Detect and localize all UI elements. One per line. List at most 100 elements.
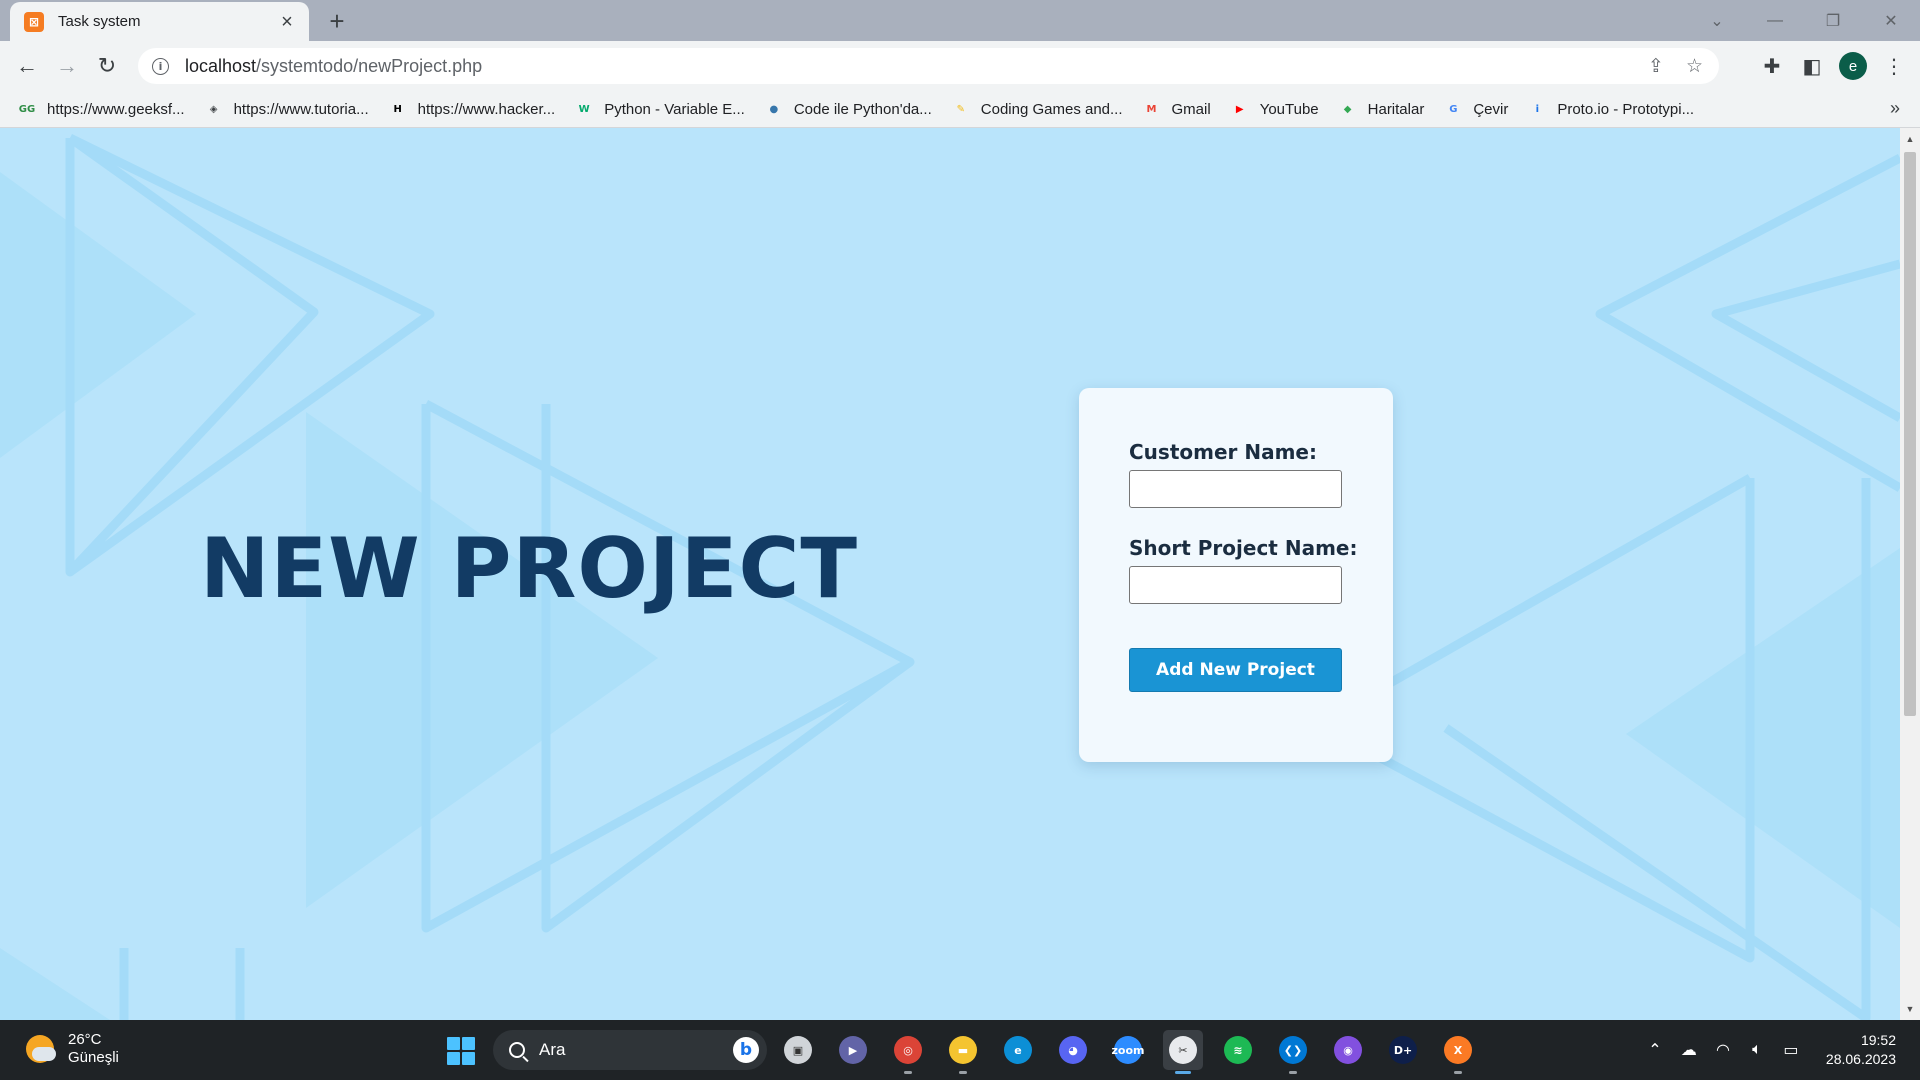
url-host: localhost: [185, 55, 257, 76]
reload-button[interactable]: ↻: [92, 51, 122, 81]
geeksforgeeks-icon: GG: [18, 103, 36, 115]
forward-button[interactable]: →: [52, 51, 82, 81]
site-info-icon[interactable]: i: [152, 57, 169, 75]
taskbar-app[interactable]: ◕: [1053, 1030, 1093, 1070]
customer-name-input[interactable]: [1129, 470, 1342, 508]
address-bar[interactable]: i localhost/systemtodo/newProject.php ⇪ …: [138, 48, 1719, 84]
extensions-puzzle-icon[interactable]: ✚: [1757, 51, 1787, 81]
codingame-icon: ✎: [956, 103, 965, 115]
taskbar-search[interactable]: Ara b: [493, 1030, 767, 1070]
taskbar-app[interactable]: D+: [1383, 1030, 1423, 1070]
search-icon: [509, 1042, 525, 1058]
bookmark-label: https://www.hacker...: [417, 100, 556, 118]
chrome-menu-icon[interactable]: ⋮: [1879, 51, 1909, 81]
side-panel-icon[interactable]: ◧: [1797, 51, 1827, 81]
new-tab-button[interactable]: +: [322, 6, 352, 36]
xampp-icon: X: [1444, 1036, 1472, 1064]
window-controls: ⌄ — ❐ ✕: [1688, 0, 1920, 41]
clock-time: 19:52: [1860, 1032, 1896, 1048]
bookmark-label: Coding Games and...: [980, 100, 1123, 118]
discord-icon: ◕: [1059, 1036, 1087, 1064]
maps-icon: ◆: [1343, 103, 1352, 115]
clock-date: 28.06.2023: [1825, 1051, 1896, 1067]
back-button[interactable]: ←: [12, 51, 42, 81]
vscode-icon: ❮❯: [1279, 1036, 1307, 1064]
bookmark-star-icon[interactable]: ☆: [1686, 55, 1703, 78]
add-new-project-button[interactable]: Add New Project: [1129, 648, 1342, 692]
taskbar-app[interactable]: zoom: [1108, 1030, 1148, 1070]
page-title: NEW PROJECT: [200, 520, 859, 617]
wifi-icon[interactable]: ◠: [1708, 1040, 1738, 1060]
taskbar-app[interactable]: ≋: [1218, 1030, 1258, 1070]
onedrive-cloud-icon[interactable]: ☁: [1674, 1040, 1704, 1060]
active-tab[interactable]: ⊠ Task system ×: [10, 2, 309, 41]
spotify-icon: ≋: [1224, 1036, 1252, 1064]
taskbar-app[interactable]: ▣: [778, 1030, 818, 1070]
scroll-thumb[interactable]: [1904, 152, 1916, 716]
tab-search-chevron-icon[interactable]: ⌄: [1688, 0, 1746, 41]
taskbar-app[interactable]: X: [1438, 1030, 1478, 1074]
bookmark-item[interactable]: ● Code ile Python'da...: [765, 100, 932, 118]
start-button[interactable]: [447, 1037, 475, 1065]
zoom-icon: zoom: [1112, 1036, 1145, 1064]
bookmark-label: Proto.io - Prototypi...: [1557, 100, 1695, 118]
taskbar-app[interactable]: e: [998, 1030, 1038, 1070]
bookmarks-bar: GG https://www.geeksf... ◈ https://www.tuto…: [0, 91, 1920, 128]
tab-close-icon[interactable]: ×: [277, 12, 297, 32]
bookmark-item[interactable]: i Proto.io - Prototypi...: [1528, 100, 1694, 118]
bing-icon[interactable]: b: [733, 1037, 759, 1063]
file-explorer-icon: ▬: [949, 1036, 977, 1064]
browser-toolbar: ← → ↻ i localhost/systemtodo/newProject.…: [0, 41, 1920, 91]
weather-temperature: 26°C: [68, 1031, 102, 1048]
bookmark-item[interactable]: Hhttps://www.hacker...: [389, 100, 556, 118]
gmail-icon: M: [1146, 103, 1157, 115]
profile-avatar[interactable]: e: [1839, 52, 1867, 80]
battery-icon[interactable]: ▭: [1776, 1040, 1806, 1060]
scroll-down-icon[interactable]: ▼: [1905, 1004, 1915, 1014]
taskbar-app[interactable]: ✂: [1163, 1030, 1203, 1074]
file-explorer-taskview-icon: ▣: [784, 1036, 812, 1064]
bookmark-item[interactable]: G Çevir: [1444, 100, 1508, 118]
windows-taskbar: 26°C Güneşli Ara b ▣ ▶ ◎ ▬ e ◕ zoom ✂ ≋ ❮❯ ◉ D+ X ⌃ …: [0, 1020, 1920, 1080]
taskbar-app[interactable]: ▶: [833, 1030, 873, 1070]
protoio-icon: i: [1535, 103, 1540, 115]
share-icon[interactable]: ⇪: [1648, 55, 1664, 78]
chrome-icon: ◎: [894, 1036, 922, 1064]
hackerrank-icon: H: [393, 103, 402, 115]
bookmark-item[interactable]: GG https://www.geeksf...: [18, 100, 185, 118]
bookmark-label: https://www.geeksf...: [47, 100, 185, 118]
bookmark-item[interactable]: ◈ https://www.tutoria...: [205, 100, 369, 118]
short-project-name-input[interactable]: [1129, 566, 1342, 604]
taskbar-app[interactable]: ❮❯: [1273, 1030, 1313, 1074]
weather-widget[interactable]: 26°C Güneşli: [26, 1031, 119, 1067]
taskbar-app[interactable]: ▬: [943, 1030, 983, 1074]
bookmark-label: Haritalar: [1367, 100, 1425, 118]
scroll-up-icon[interactable]: ▲: [1905, 134, 1915, 144]
clock[interactable]: 19:52 28.06.2023: [1826, 1031, 1896, 1069]
xampp-favicon-icon: ⊠: [24, 11, 44, 32]
snipping-tool-icon: ✂: [1169, 1036, 1197, 1064]
github-icon: ◉: [1334, 1036, 1362, 1064]
restore-button[interactable]: ❐: [1804, 0, 1862, 41]
page-viewport: NEW PROJECT Customer Name: Short Project…: [0, 128, 1900, 1020]
volume-icon[interactable]: 🔈︎: [1742, 1041, 1772, 1059]
bookmark-item[interactable]: ▶ YouTube: [1231, 100, 1319, 118]
show-hidden-icons-chevron-icon[interactable]: ⌃: [1640, 1040, 1670, 1060]
bookmark-item[interactable]: M Gmail: [1143, 100, 1211, 118]
minimize-button[interactable]: —: [1746, 0, 1804, 41]
page-scrollbar[interactable]: ▲ ▼: [1900, 128, 1920, 1020]
bookmark-item[interactable]: ◆ Haritalar: [1339, 100, 1425, 118]
taskbar-app[interactable]: ◉: [1328, 1030, 1368, 1070]
bookmark-label: Python - Variable E...: [604, 100, 745, 118]
bookmark-label: Code ile Python'da...: [793, 100, 932, 118]
more-bookmarks-chevron-icon[interactable]: »: [1890, 98, 1900, 119]
bookmark-item[interactable]: W Python - Variable E...: [575, 100, 745, 118]
w3schools-icon: W: [578, 103, 590, 115]
close-window-button[interactable]: ✕: [1862, 0, 1920, 41]
search-placeholder: Ara: [539, 1040, 566, 1059]
translate-icon: G: [1449, 103, 1458, 115]
tab-strip: ⊠ Task system × + ⌄ — ❐ ✕: [0, 0, 1920, 41]
taskbar-app[interactable]: ◎: [888, 1030, 928, 1074]
bookmark-item[interactable]: ✎ Coding Games and...: [952, 100, 1123, 118]
tab-title: Task system: [58, 13, 141, 30]
